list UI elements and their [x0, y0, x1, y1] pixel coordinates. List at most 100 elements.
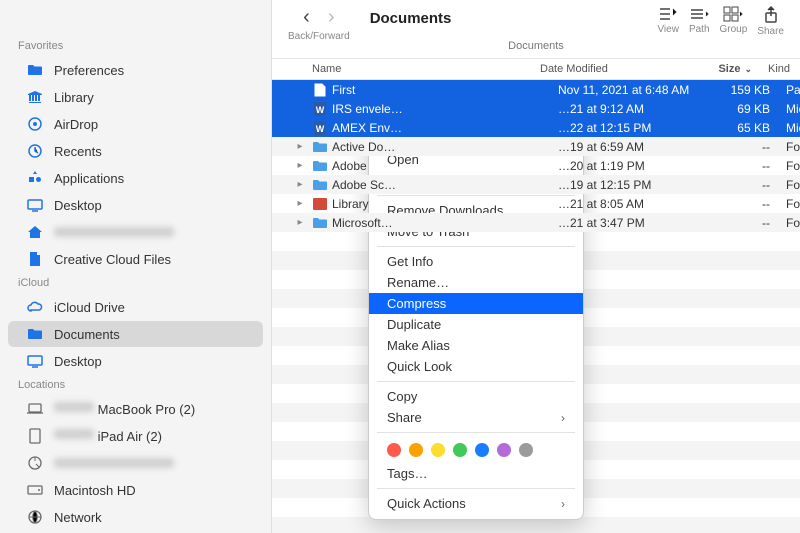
file-date: Nov 11, 2021 at 6:48 AM — [550, 83, 700, 97]
sidebar-item-label: Macintosh HD — [54, 483, 136, 498]
file-date: …21 at 3:47 PM — [550, 216, 700, 230]
group-icon — [723, 6, 743, 22]
file-kind: Folde… — [778, 159, 800, 173]
nav-back-forward[interactable]: ‹ › Back/Forward — [288, 6, 350, 42]
svg-text:W: W — [316, 105, 325, 115]
col-kind[interactable]: Kind — [760, 63, 800, 75]
sidebar-item[interactable]: Creative Cloud Files — [8, 246, 263, 272]
disclosure-triangle-icon[interactable]: ▸ — [292, 179, 308, 190]
context-menu-item[interactable]: Copy — [369, 386, 583, 407]
context-menu-label: Compress — [387, 296, 446, 311]
col-size[interactable]: Size⌄ — [682, 63, 760, 75]
table-row[interactable]: ▸ Microsoft… …21 at 3:47 PM -- Folde… — [272, 213, 800, 232]
share-icon — [763, 6, 779, 24]
table-row[interactable]: ▸ Adobe Sc… …19 at 12:15 PM -- Folde… — [272, 175, 800, 194]
sidebar-item[interactable]: Preferences — [8, 57, 263, 83]
file-size: 69 KB — [700, 102, 778, 116]
network-icon — [26, 508, 44, 526]
file-date: …20 at 1:19 PM — [550, 159, 700, 173]
table-row[interactable]: ▸ Adobe …20 at 1:19 PM -- Folde… — [272, 156, 800, 175]
tag-color-dot[interactable] — [431, 443, 445, 457]
sidebar-item[interactable]: Documents — [8, 321, 263, 347]
disclosure-triangle-icon[interactable]: ▸ — [292, 198, 308, 209]
sidebar-item-label: AirDrop — [54, 117, 98, 132]
col-name[interactable]: Name — [272, 63, 532, 75]
desktop-icon — [26, 196, 44, 214]
redacted-label — [54, 227, 174, 237]
sidebar-item[interactable]: Desktop — [8, 348, 263, 374]
page-icon — [312, 83, 328, 97]
group-button[interactable]: Group — [720, 6, 748, 37]
word-icon: W — [312, 102, 328, 116]
context-menu-item[interactable]: Get Info — [369, 251, 583, 272]
context-menu-item[interactable]: Compress — [369, 293, 583, 314]
tag-color-dot[interactable] — [453, 443, 467, 457]
context-menu-item[interactable]: Make Alias — [369, 335, 583, 356]
forward-icon[interactable]: › — [328, 6, 335, 29]
sidebar-item[interactable]: Desktop — [8, 192, 263, 218]
file-name: Library — [332, 197, 550, 211]
sidebar-item[interactable]: Recents — [8, 138, 263, 164]
context-menu-item[interactable]: Tags… — [369, 463, 583, 484]
disclosure-triangle-icon[interactable]: ▸ — [292, 217, 308, 228]
sidebar-item[interactable]: iCloud Drive — [8, 294, 263, 320]
context-menu-item[interactable]: Quick Look — [369, 356, 583, 377]
col-date[interactable]: Date Modified — [532, 63, 682, 75]
disk-icon — [26, 481, 44, 499]
path-icon — [689, 6, 709, 22]
disclosure-triangle-icon[interactable]: ▸ — [292, 160, 308, 171]
file-date: …19 at 6:59 AM — [550, 140, 700, 154]
context-menu-label: Make Alias — [387, 338, 450, 353]
folder-icon — [312, 216, 328, 230]
file-kind: Micro… — [778, 102, 800, 116]
sidebar-item[interactable]: iPad Air (2) — [8, 423, 263, 449]
folder-icon — [312, 140, 328, 154]
table-row[interactable]: First Nov 11, 2021 at 6:48 AM 159 KB Pac… — [272, 80, 800, 99]
breadcrumb: Documents — [272, 40, 800, 52]
sidebar-item[interactable]: AirDrop — [8, 111, 263, 137]
chevron-right-icon: › — [561, 497, 565, 511]
tag-color-dot[interactable] — [387, 443, 401, 457]
context-menu-item[interactable]: Duplicate — [369, 314, 583, 335]
context-menu-label: Quick Look — [387, 359, 452, 374]
folder-icon — [312, 159, 328, 173]
tag-color-dot[interactable] — [475, 443, 489, 457]
sidebar-item[interactable]: Applications — [8, 165, 263, 191]
table-row[interactable]: ▸ Active Do… …19 at 6:59 AM -- Folde… — [272, 137, 800, 156]
sidebar-item[interactable]: Library — [8, 84, 263, 110]
context-menu-item[interactable]: Rename… — [369, 272, 583, 293]
back-icon[interactable]: ‹ — [303, 6, 310, 29]
context-menu-label: Copy — [387, 389, 417, 404]
tag-color-row[interactable] — [369, 437, 583, 463]
context-menu-item[interactable]: Share› — [369, 407, 583, 428]
table-row[interactable]: W AMEX Env… …22 at 12:15 PM 65 KB Micro… — [272, 118, 800, 137]
sidebar-item[interactable] — [8, 450, 263, 476]
context-menu-item[interactable]: Quick Actions › — [369, 493, 583, 514]
airdrop-icon — [26, 115, 44, 133]
view-button[interactable]: View — [657, 6, 679, 37]
context-menu-label: Get Info — [387, 254, 433, 269]
table-row[interactable]: ▸ Library …21 at 8:05 AM -- Folde… — [272, 194, 800, 213]
context-menu-label: Quick Actions — [387, 496, 466, 511]
share-button[interactable]: Share — [757, 6, 784, 37]
redacted-label — [54, 458, 174, 468]
file-kind: Folde… — [778, 197, 800, 211]
sidebar-item[interactable]: MacBook Pro (2) — [8, 396, 263, 422]
sidebar-item[interactable]: Macintosh HD — [8, 477, 263, 503]
sidebar-item-label: Desktop — [54, 354, 102, 369]
file-size: -- — [700, 216, 778, 230]
word-icon: W — [312, 121, 328, 135]
context-menu-label: Tags… — [387, 466, 427, 481]
sidebar-item-label: Preferences — [54, 63, 124, 78]
tag-color-dot[interactable] — [519, 443, 533, 457]
table-row[interactable]: W IRS envele… …21 at 9:12 AM 69 KB Micro… — [272, 99, 800, 118]
file-kind: Folde… — [778, 216, 800, 230]
sidebar-item[interactable]: Network — [8, 504, 263, 530]
tag-color-dot[interactable] — [497, 443, 511, 457]
disclosure-triangle-icon[interactable]: ▸ — [292, 141, 308, 152]
sidebar-item[interactable] — [8, 219, 263, 245]
path-button[interactable]: Path — [689, 6, 710, 37]
file-kind: Micro… — [778, 121, 800, 135]
tag-color-dot[interactable] — [409, 443, 423, 457]
menu-separator — [377, 432, 575, 433]
